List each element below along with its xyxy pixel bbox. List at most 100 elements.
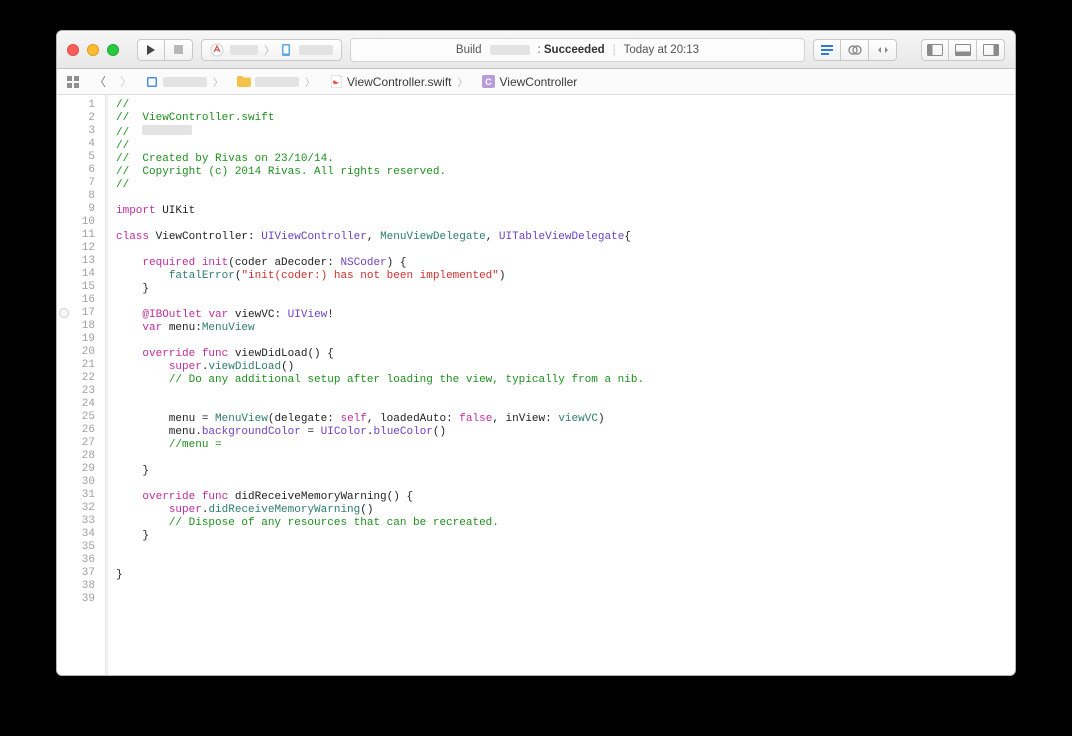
code-line[interactable]: [116, 595, 1007, 608]
code-line[interactable]: class ViewController: UIViewController, …: [116, 231, 1007, 244]
line-number[interactable]: 12: [73, 242, 99, 255]
line-number[interactable]: 29: [73, 463, 99, 476]
scheme-selector[interactable]: 〉: [201, 39, 342, 61]
code-line[interactable]: [116, 543, 1007, 556]
activity-status-bar[interactable]: Build : Succeeded | Today at 20:13: [350, 38, 805, 62]
toggle-navigator-button[interactable]: [921, 39, 949, 61]
line-number[interactable]: 1: [73, 99, 99, 112]
line-number[interactable]: 19: [73, 333, 99, 346]
code-line[interactable]: [116, 192, 1007, 205]
line-number[interactable]: 23: [73, 385, 99, 398]
line-number[interactable]: 3: [73, 125, 99, 138]
line-number[interactable]: 20: [73, 346, 99, 359]
line-number[interactable]: 38: [73, 580, 99, 593]
code-line[interactable]: [116, 452, 1007, 465]
line-number[interactable]: 13: [73, 255, 99, 268]
outlet-connection-indicator[interactable]: [59, 308, 69, 318]
line-number[interactable]: 5: [73, 151, 99, 164]
line-number[interactable]: 31: [73, 489, 99, 502]
code-line[interactable]: // ViewController.swift: [116, 112, 1007, 125]
code-line[interactable]: import UIKit: [116, 205, 1007, 218]
line-number[interactable]: 21: [73, 359, 99, 372]
breadcrumb-group[interactable]: 〉: [233, 69, 321, 94]
gutter[interactable]: 1234567891011121314151617181920212223242…: [57, 95, 106, 675]
code-line[interactable]: [116, 582, 1007, 595]
line-number[interactable]: 8: [73, 190, 99, 203]
code-area[interactable]: //// ViewController.swift// //// Created…: [106, 95, 1015, 675]
line-number[interactable]: 30: [73, 476, 99, 489]
code-line[interactable]: fatalError("init(coder:) has not been im…: [116, 270, 1007, 283]
run-button[interactable]: [137, 39, 165, 61]
minimize-window-button[interactable]: [87, 44, 99, 56]
line-number[interactable]: 36: [73, 554, 99, 567]
line-number[interactable]: 14: [73, 268, 99, 281]
line-number[interactable]: 18: [73, 320, 99, 333]
source-editor[interactable]: 1234567891011121314151617181920212223242…: [57, 95, 1015, 675]
line-number[interactable]: 7: [73, 177, 99, 190]
code-line[interactable]: override func didReceiveMemoryWarning() …: [116, 491, 1007, 504]
history-back-button[interactable]: 〈: [89, 73, 111, 91]
code-line[interactable]: //: [116, 99, 1007, 112]
close-window-button[interactable]: [67, 44, 79, 56]
line-number[interactable]: 28: [73, 450, 99, 463]
code-line[interactable]: // Created by Rivas on 23/10/14.: [116, 153, 1007, 166]
code-line[interactable]: [116, 335, 1007, 348]
line-number[interactable]: 37: [73, 567, 99, 580]
code-line[interactable]: // Copyright (c) 2014 Rivas. All rights …: [116, 166, 1007, 179]
standard-editor-button[interactable]: [813, 39, 841, 61]
code-line[interactable]: }: [116, 283, 1007, 296]
line-number[interactable]: 39: [73, 593, 99, 606]
assistant-editor-button[interactable]: [841, 39, 869, 61]
code-line[interactable]: [116, 478, 1007, 491]
stop-button[interactable]: [165, 39, 193, 61]
line-number[interactable]: 9: [73, 203, 99, 216]
line-number[interactable]: 33: [73, 515, 99, 528]
code-line[interactable]: required init(coder aDecoder: NSCoder) {: [116, 257, 1007, 270]
code-line[interactable]: super.didReceiveMemoryWarning(): [116, 504, 1007, 517]
line-number[interactable]: 17: [73, 307, 99, 320]
code-line[interactable]: menu = MenuView(delegate: self, loadedAu…: [116, 413, 1007, 426]
code-line[interactable]: //: [116, 125, 1007, 140]
line-number[interactable]: 2: [73, 112, 99, 125]
code-line[interactable]: //: [116, 179, 1007, 192]
code-line[interactable]: [116, 218, 1007, 231]
line-number[interactable]: 22: [73, 372, 99, 385]
line-number[interactable]: 4: [73, 138, 99, 151]
line-number[interactable]: 11: [73, 229, 99, 242]
breadcrumb-symbol[interactable]: C ViewController: [477, 69, 581, 94]
code-line[interactable]: // Do any additional setup after loading…: [116, 374, 1007, 387]
code-line[interactable]: }: [116, 530, 1007, 543]
code-line[interactable]: [116, 400, 1007, 413]
code-line[interactable]: [116, 556, 1007, 569]
code-line[interactable]: }: [116, 465, 1007, 478]
code-line[interactable]: @IBOutlet var viewVC: UIView!: [116, 309, 1007, 322]
code-line[interactable]: super.viewDidLoad(): [116, 361, 1007, 374]
code-line[interactable]: }: [116, 569, 1007, 582]
zoom-window-button[interactable]: [107, 44, 119, 56]
line-number[interactable]: 25: [73, 411, 99, 424]
code-line[interactable]: //menu =: [116, 439, 1007, 452]
code-line[interactable]: // Dispose of any resources that can be …: [116, 517, 1007, 530]
toggle-utilities-button[interactable]: [977, 39, 1005, 61]
related-items-button[interactable]: [63, 73, 85, 91]
line-number[interactable]: 24: [73, 398, 99, 411]
line-number[interactable]: 16: [73, 294, 99, 307]
breadcrumb-file[interactable]: ViewController.swift 〉: [325, 69, 473, 94]
code-line[interactable]: var menu:MenuView: [116, 322, 1007, 335]
line-number[interactable]: 32: [73, 502, 99, 515]
code-line[interactable]: override func viewDidLoad() {: [116, 348, 1007, 361]
line-number[interactable]: 15: [73, 281, 99, 294]
line-number[interactable]: 10: [73, 216, 99, 229]
version-editor-button[interactable]: [869, 39, 897, 61]
line-number[interactable]: 6: [73, 164, 99, 177]
code-line[interactable]: [116, 296, 1007, 309]
line-number[interactable]: 26: [73, 424, 99, 437]
code-line[interactable]: [116, 387, 1007, 400]
code-line[interactable]: //: [116, 140, 1007, 153]
line-number[interactable]: 35: [73, 541, 99, 554]
line-number[interactable]: 34: [73, 528, 99, 541]
history-forward-button[interactable]: 〉: [115, 73, 137, 91]
code-line[interactable]: menu.backgroundColor = UIColor.blueColor…: [116, 426, 1007, 439]
line-number[interactable]: 27: [73, 437, 99, 450]
code-line[interactable]: [116, 244, 1007, 257]
